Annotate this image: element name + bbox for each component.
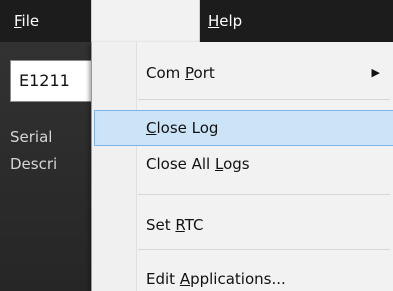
menu-item-close-log[interactable]: Close Log xyxy=(94,110,393,146)
menu-item-close-log-label-rest: lose Log xyxy=(156,119,219,137)
menu-item-edit-applications[interactable]: Edit Applications... xyxy=(94,261,393,291)
menu-item-com-port-label: Com xyxy=(146,64,186,82)
menu-file-label-rest: ile xyxy=(21,12,40,30)
menu-item-close-log-accelerator: C xyxy=(146,119,157,137)
menu-item-edit-applications-label: Edit xyxy=(146,270,180,288)
menu-item-com-port[interactable]: Com Port ▶ xyxy=(94,55,393,91)
description-label: Descri xyxy=(10,155,58,173)
menu-help[interactable]: Help xyxy=(208,0,242,42)
menu-item-close-all-logs-label-rest: ogs xyxy=(223,155,250,173)
menu-item-close-all-logs[interactable]: Close All Logs xyxy=(94,146,393,182)
dropdown-menu: Com Port ▶ Close Log Close All Logs Set … xyxy=(91,42,393,291)
menu-open-tab[interactable] xyxy=(91,0,200,42)
menu-separator xyxy=(138,194,390,195)
menu-item-com-port-label-rest: ort xyxy=(193,64,215,82)
menu-item-com-port-accelerator: P xyxy=(185,64,194,82)
menu-bar: File Help xyxy=(0,0,393,42)
menu-separator xyxy=(138,99,390,100)
menu-help-accelerator: H xyxy=(208,12,220,30)
menu-file-accelerator: F xyxy=(14,12,22,30)
menu-item-close-all-logs-label: Close All xyxy=(146,155,215,173)
menu-item-set-rtc[interactable]: Set RTC xyxy=(94,207,393,243)
menu-item-edit-applications-label-rest: pplications... xyxy=(190,270,286,288)
serial-label: Serial xyxy=(10,128,53,146)
menu-item-set-rtc-label-rest: TC xyxy=(184,216,204,234)
menu-item-set-rtc-label: Set xyxy=(146,216,176,234)
menu-file[interactable]: File xyxy=(14,0,39,42)
menu-item-set-rtc-accelerator: R xyxy=(175,216,185,234)
menu-item-close-all-logs-accelerator: L xyxy=(215,155,224,173)
menu-separator xyxy=(138,249,390,250)
id-field[interactable]: E1211 xyxy=(10,60,100,102)
menu-help-label-rest: elp xyxy=(219,12,243,30)
submenu-arrow-icon: ▶ xyxy=(371,66,380,79)
menu-item-edit-applications-accelerator: A xyxy=(179,270,191,288)
